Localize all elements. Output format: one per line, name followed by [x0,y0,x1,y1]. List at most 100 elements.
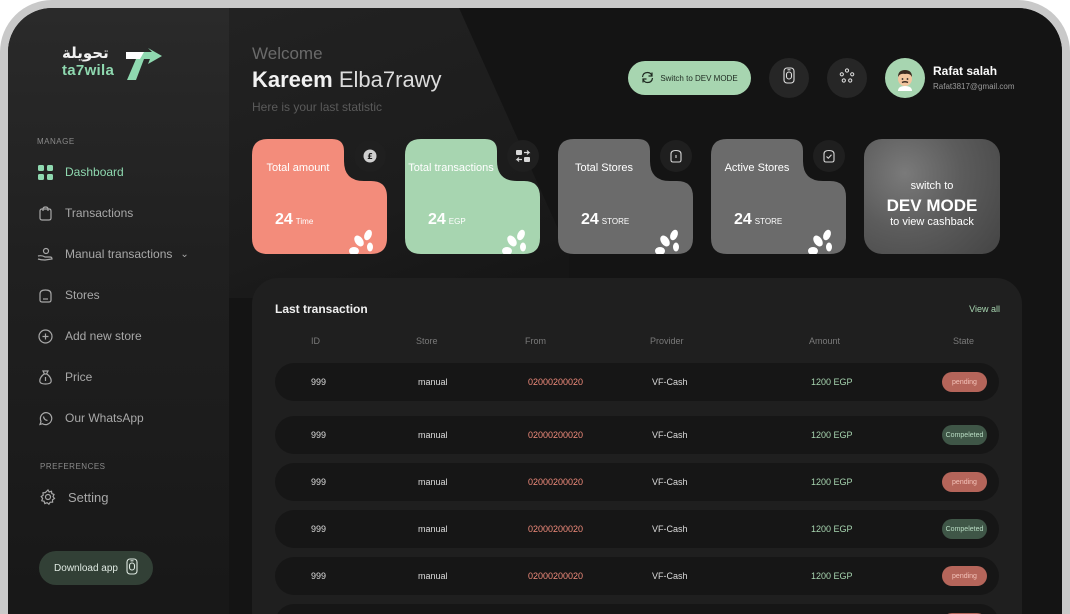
coin-icon: £ [363,149,377,163]
phone-icon [783,67,795,89]
switch-dev-mode-button[interactable]: Switch to DEV MODE [628,61,751,95]
dots-circle-icon [839,67,855,89]
refresh-icon [641,71,654,86]
brand-arrow-icon [126,48,162,80]
store-icon [37,287,53,303]
sidebar-item-setting[interactable]: Setting [40,486,108,508]
status-badge: pending [942,472,987,492]
card-unit: Time [295,217,314,226]
card-value: 24 [428,211,446,228]
card-unit: STORE [754,217,783,226]
cell-provider: VF-Cash [652,377,688,387]
cell-amount: 1200 EGP [811,430,853,440]
card-value: 24 [734,211,752,228]
gear-icon [40,489,56,505]
panel-title: Last transaction [275,302,368,316]
cell-provider: VF-Cash [652,430,688,440]
promo-line-3: to view cashback [890,216,974,228]
avatar[interactable] [885,58,925,98]
sidebar-item-dashboard[interactable]: Dashboard [37,161,124,183]
promo-line-2: DEV MODE [886,196,978,215]
cell-provider: VF-Cash [652,477,688,487]
chevron-down-icon[interactable]: ⌄ [180,249,188,260]
user-avatar-icon [898,70,912,91]
table-row-partial[interactable] [275,604,999,614]
cell-from: 02000200020 [528,430,584,440]
cell-id: 999 [311,524,327,534]
cell-id: 999 [311,571,327,581]
table-row[interactable]: 999 manual 02000200020 VF-Cash 1200 EGP … [275,463,999,501]
sidebar-item-add-new-store[interactable]: Add new store [37,325,142,347]
sidebar-item-label: Add new store [65,329,142,343]
table-row[interactable]: 999 manual 02000200020 VF-Cash 1200 EGP … [275,510,999,548]
column-header-amount: Amount [809,336,841,346]
active-store-badge [813,140,845,172]
dev-mode-promo-card[interactable]: switch to DEV MODE to view cashback [864,139,1000,254]
store-check-icon [823,149,835,163]
sidebar-item-label: Manual transactions [65,247,173,261]
user-full-name: Kareem Elba7rawy [252,67,442,93]
cell-store: manual [418,571,448,581]
column-header-id: ID [311,336,320,346]
sidebar-item-label: Stores [65,288,100,302]
welcome-text: Welcome [252,44,323,63]
table-row[interactable]: 999 manual 02000200020 VF-Cash 1200 EGP … [275,416,999,454]
profile-name[interactable]: Rafat salah [933,64,997,78]
cell-store: manual [418,377,448,387]
card-unit: EGP [448,217,466,226]
table-row[interactable]: 999 manual 02000200020 VF-Cash 1200 EGP … [275,557,999,595]
column-header-state: State [953,336,975,346]
stat-card-total-transactions[interactable]: Total transactions 24 EGP [405,139,540,254]
brand-latin-name: ta7wila [62,62,115,79]
leaf-decoration-icon [349,229,373,254]
cell-amount: 1200 EGP [811,477,853,487]
promo-line-1: switch to [910,180,954,192]
sidebar-item-label: Dashboard [65,165,124,179]
column-header-store: Store [416,336,438,346]
card-value: 24 [581,211,599,228]
hand-coin-icon [37,246,53,262]
cell-provider: VF-Cash [652,571,688,581]
store-badge [660,140,692,172]
status-badge: pending [942,566,987,586]
brand-logo[interactable]: تحويلة ta7wila [62,44,172,84]
card-title: Total amount [266,162,330,174]
sidebar-item-label: Price [65,370,93,384]
leaf-decoration-icon [502,229,526,254]
sidebar-item-manual-transactions[interactable]: Manual transactions ⌄ [37,243,189,265]
cell-from: 02000200020 [528,524,584,534]
card-value-row: 24 STORE [581,211,629,229]
cell-from: 02000200020 [528,377,584,387]
sidebar-item-stores[interactable]: Stores [37,284,100,306]
table-row[interactable]: 999 manual 02000200020 VF-Cash 1200 EGP … [275,363,999,401]
sidebar-item-label: Setting [68,489,109,505]
sidebar-item-price[interactable]: Price [37,366,92,388]
apps-menu-button[interactable] [827,58,867,98]
download-app-button[interactable]: Download app [39,551,153,585]
card-title: Total Stores [574,162,634,174]
last-transaction-panel: Last transaction View all ID Store From … [252,278,1022,614]
card-unit: STORE [601,217,630,226]
mobile-app-button[interactable] [769,58,809,98]
status-badge: pending [942,372,987,392]
coin-badge: £ [354,140,386,172]
stat-card-total-stores[interactable]: Total Stores 24 STORE [558,139,693,254]
status-badge: Compeleted [942,425,987,445]
sidebar-item-our-whatsapp[interactable]: Our WhatsApp [37,407,144,429]
svg-text:£: £ [367,152,373,161]
manage-section-label: MANAGE [37,137,75,146]
stat-card-active-stores[interactable]: Active Stores 24 STORE [711,139,846,254]
bag-icon [37,205,53,221]
preferences-section-label: PREFERENCES [40,462,106,471]
cell-from: 02000200020 [528,571,584,581]
cell-from: 02000200020 [528,477,584,487]
user-first-name: Kareem [252,67,339,92]
cell-store: manual [418,477,448,487]
sidebar-item-transactions[interactable]: Transactions [37,202,133,224]
store-icon [670,149,682,163]
view-all-link[interactable]: View all [969,304,1000,314]
card-title: Total transactions [408,162,494,174]
leaf-decoration-icon [808,229,832,254]
cell-amount: 1200 EGP [811,524,853,534]
stat-card-total-amount[interactable]: £ Total amount 24 Time [252,139,387,254]
